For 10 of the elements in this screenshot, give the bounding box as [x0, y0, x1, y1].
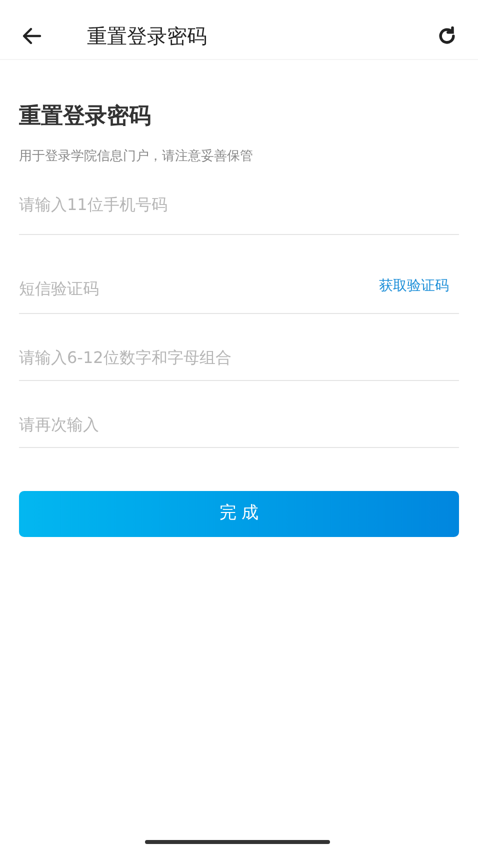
- input-field[interactable]: 请输入11位手机号码: [19, 193, 459, 217]
- submit-button[interactable]: 完 成: [19, 490, 459, 536]
- header-title: 重置登录密码: [87, 22, 207, 50]
- refresh-icon[interactable]: [436, 24, 458, 46]
- subtitle: 用于登录学院信息门户，请注意妥善保管: [19, 148, 254, 166]
- input-field[interactable]: 请输入6-12位数字和字母组合: [19, 346, 459, 370]
- input-field[interactable]: 请再次输入: [19, 412, 459, 436]
- input-field[interactable]: 短信验证码: [19, 276, 379, 300]
- page-heading: 重置登录密码: [19, 102, 152, 131]
- get-code-link[interactable]: 获取验证码: [379, 276, 449, 297]
